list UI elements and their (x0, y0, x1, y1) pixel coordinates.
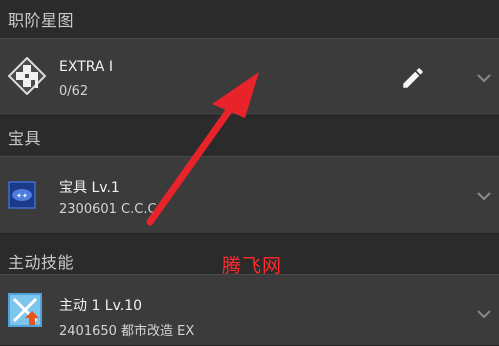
chevron-down-icon[interactable] (475, 305, 493, 323)
watermark-text: 腾飞网 (222, 255, 283, 277)
dpad-icon (7, 56, 47, 96)
active-skill-detail: 2401650 都市改造 EX (59, 324, 195, 339)
chevron-down-icon[interactable] (475, 187, 493, 205)
skill-panel: 职阶星图 EXTRA I 0/62 宝具 ✦✦ 宝具 Lv.1 2300601 … (0, 0, 499, 346)
section-header-astro: 职阶星图 (0, 0, 499, 38)
section-title-active: 主动技能 (8, 253, 75, 272)
svg-text:✦✦: ✦✦ (16, 192, 28, 200)
active-skill-title: 主动 1 Lv.10 (59, 298, 143, 314)
section-header-np: 宝具 (0, 118, 499, 156)
np-row[interactable]: ✦✦ 宝具 Lv.1 2300601 C.C.C (0, 156, 499, 234)
astro-progress: 0/62 (59, 84, 89, 99)
skill-icon (8, 293, 42, 327)
np-title: 宝具 Lv.1 (59, 180, 120, 196)
section-title-astro: 职阶星图 (8, 11, 75, 30)
np-detail: 2300601 C.C.C (59, 202, 157, 217)
astro-title: EXTRA I (59, 59, 114, 75)
active-skill-row[interactable]: 主动 1 Lv.10 2401650 都市改造 EX (0, 274, 499, 346)
astro-row[interactable]: EXTRA I 0/62 (0, 38, 499, 116)
pencil-icon[interactable] (400, 65, 426, 91)
section-title-np: 宝具 (8, 129, 42, 148)
noble-phantasm-icon: ✦✦ (8, 181, 36, 209)
chevron-down-icon[interactable] (475, 69, 493, 87)
